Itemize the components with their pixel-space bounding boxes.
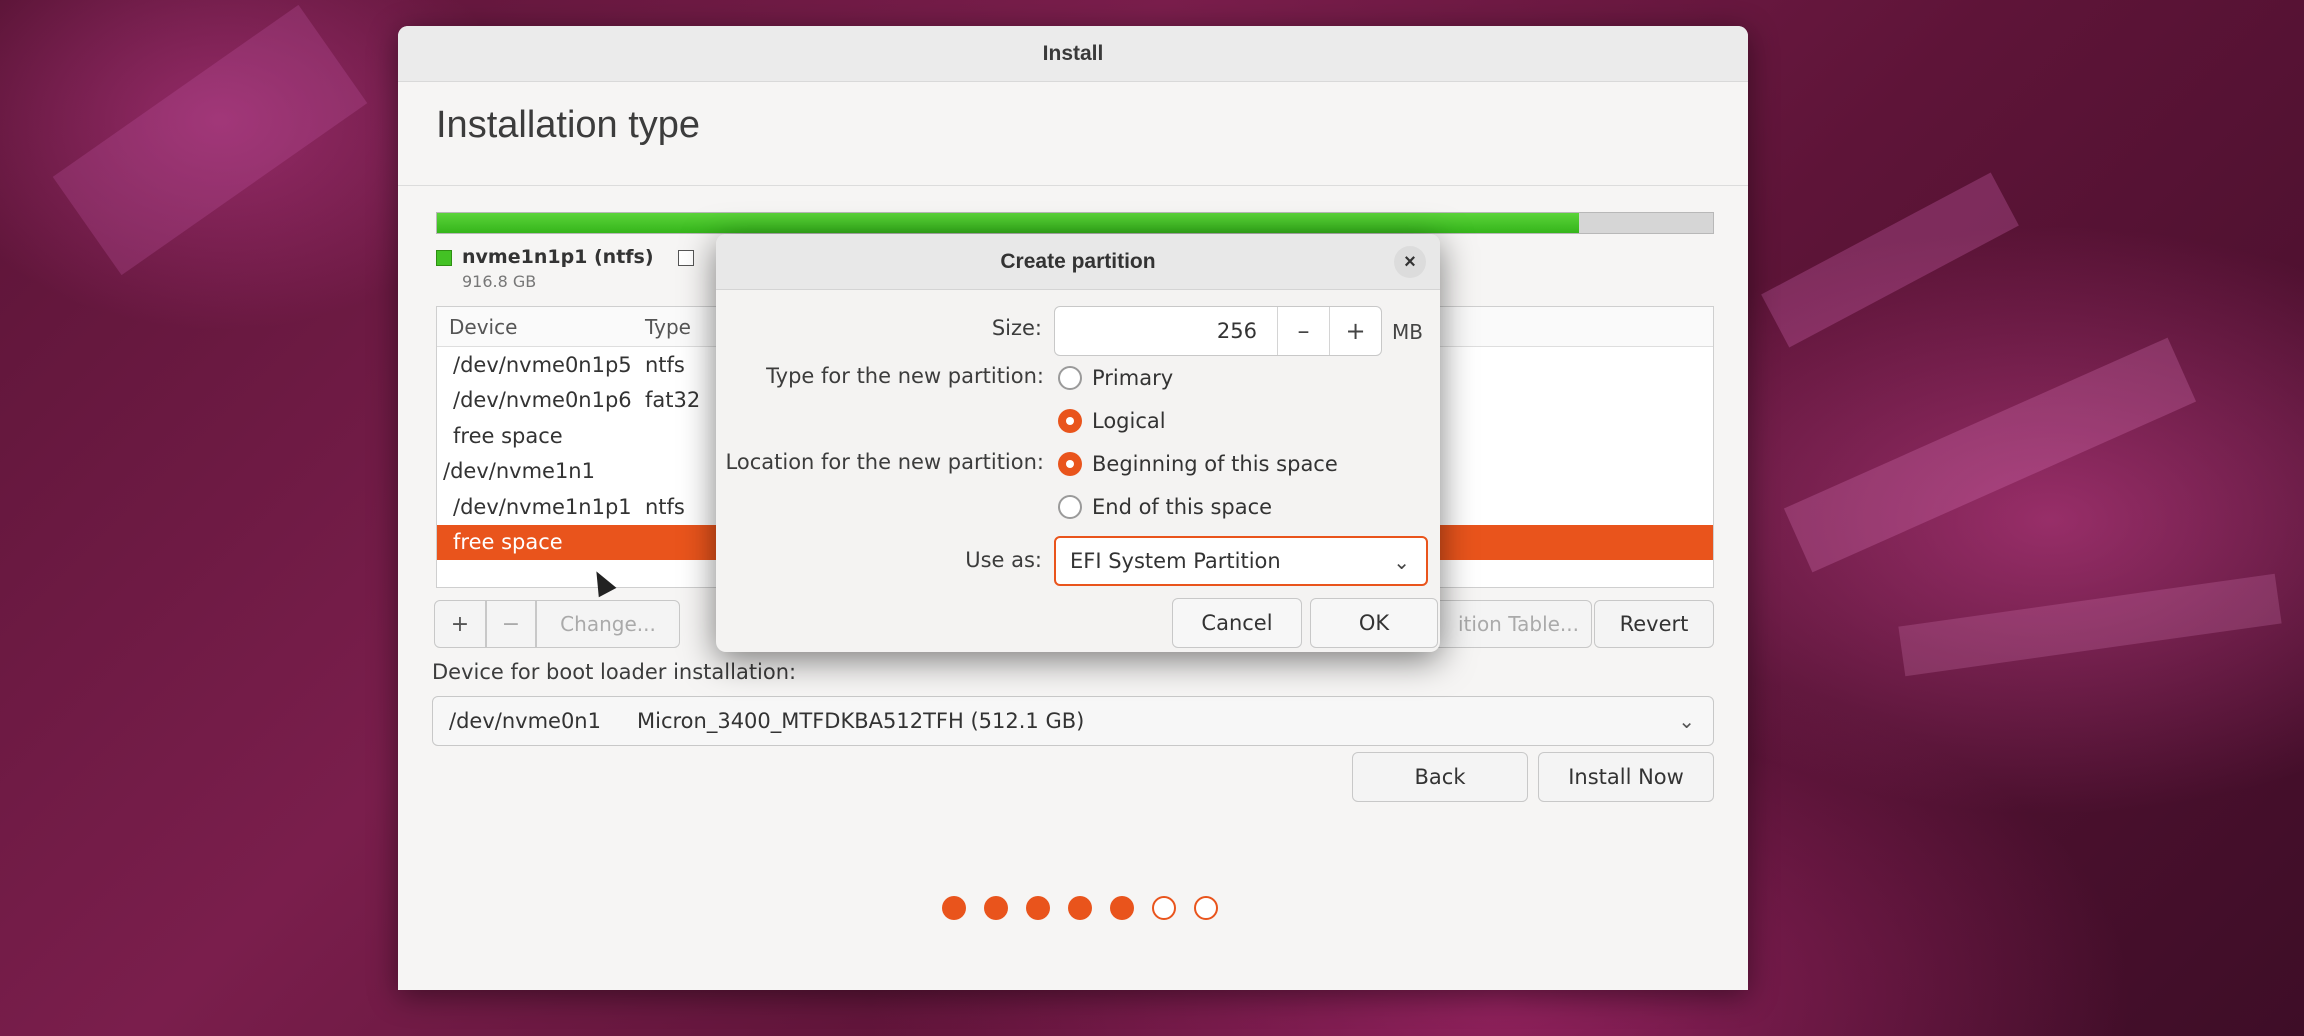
revert-button[interactable]: Revert [1594, 600, 1714, 648]
step-dot-pending [1194, 896, 1218, 920]
legend-swatch-free [677, 250, 694, 266]
step-dot-complete [984, 896, 1008, 920]
radio-on-icon [1058, 409, 1082, 433]
header-device[interactable]: Device [437, 315, 637, 339]
use-as-select[interactable]: EFI System Partition ⌄ [1054, 536, 1428, 586]
increase-size-button[interactable]: + [1329, 307, 1381, 355]
radio-label: Logical [1092, 409, 1166, 433]
size-input[interactable]: 256 [1055, 319, 1277, 343]
disk-legend: nvme1n1p1 (ntfs) 916.8 GB [436, 246, 694, 291]
wallpaper-shard [52, 4, 368, 276]
radio-on-icon [1058, 452, 1082, 476]
bootloader-device-select[interactable]: /dev/nvme0n1 Micron_3400_MTFDKBA512TFH (… [432, 696, 1714, 746]
radio-label: End of this space [1092, 495, 1273, 519]
new-partition-table-button[interactable]: ition Table... [1428, 600, 1592, 648]
step-dot-complete [942, 896, 966, 920]
step-dot-complete [1068, 896, 1092, 920]
disk-usage-bar [436, 212, 1714, 234]
use-as-value: EFI System Partition [1070, 549, 1281, 573]
step-dot-complete [1026, 896, 1050, 920]
step-dot-pending [1152, 896, 1176, 920]
step-dot-complete [1110, 896, 1134, 920]
row-device: /dev/nvme0n1p5 [453, 352, 632, 377]
radio-primary[interactable]: Primary [1058, 366, 1173, 390]
bootloader-device: /dev/nvme0n1 [449, 709, 601, 733]
partition-tools: + − Change... [434, 600, 680, 648]
chevron-down-icon: ⌄ [1393, 550, 1410, 574]
radio-logical[interactable]: Logical [1058, 409, 1166, 433]
cancel-button[interactable]: Cancel [1172, 598, 1302, 648]
radio-label: Beginning of this space [1092, 452, 1338, 476]
radio-off-icon [1058, 366, 1082, 390]
row-device: free space [453, 423, 563, 448]
add-partition-button[interactable]: + [434, 600, 486, 648]
close-icon[interactable]: × [1394, 246, 1426, 278]
dialog-title: Create partition [1000, 249, 1156, 273]
radio-end[interactable]: End of this space [1058, 495, 1272, 519]
back-button[interactable]: Back [1352, 752, 1528, 802]
install-now-button[interactable]: Install Now [1538, 752, 1714, 802]
row-device: /dev/nvme1n1p1 [453, 494, 632, 519]
wallpaper-shard [1898, 573, 2282, 677]
row-device: /dev/nvme1n1 [443, 459, 595, 484]
bootloader-label: Device for boot loader installation: [432, 660, 797, 684]
legend-size: 916.8 GB [462, 272, 537, 291]
type-label: Type for the new partition: [766, 364, 1044, 388]
radio-beginning[interactable]: Beginning of this space [1058, 452, 1338, 476]
legend-item: nvme1n1p1 (ntfs) 916.8 GB [436, 246, 654, 291]
size-unit: MB [1392, 320, 1423, 344]
decrease-size-button[interactable]: – [1277, 307, 1329, 355]
use-as-label: Use as: [965, 548, 1042, 572]
size-label: Size: [991, 316, 1042, 340]
size-stepper[interactable]: 256 – + [1054, 306, 1382, 356]
bootloader-model: Micron_3400_MTFDKBA512TFH (512.1 GB) [637, 709, 1085, 733]
ok-button[interactable]: OK [1310, 598, 1438, 648]
wallpaper-shard [1783, 337, 2197, 573]
radio-label: Primary [1092, 366, 1174, 390]
create-partition-dialog: Create partition × Size: 256 – + MB Type… [716, 234, 1440, 652]
wallpaper-shard [1761, 172, 2019, 348]
row-device: /dev/nvme0n1p6 [453, 388, 632, 413]
page-title: Installation type [398, 82, 1748, 186]
window-title: Install [398, 26, 1748, 82]
change-partition-button[interactable]: Change... [536, 600, 680, 648]
radio-off-icon [1058, 495, 1082, 519]
legend-swatch [436, 250, 452, 266]
location-label: Location for the new partition: [725, 450, 1044, 474]
remove-partition-button[interactable]: − [486, 600, 536, 648]
step-progress [942, 896, 1218, 920]
legend-name: nvme1n1p1 (ntfs) [462, 246, 654, 268]
legend-item-free [677, 246, 694, 291]
row-device: free space [453, 530, 563, 555]
disk-used-segment [437, 213, 1580, 233]
chevron-down-icon: ⌄ [1678, 709, 1695, 733]
